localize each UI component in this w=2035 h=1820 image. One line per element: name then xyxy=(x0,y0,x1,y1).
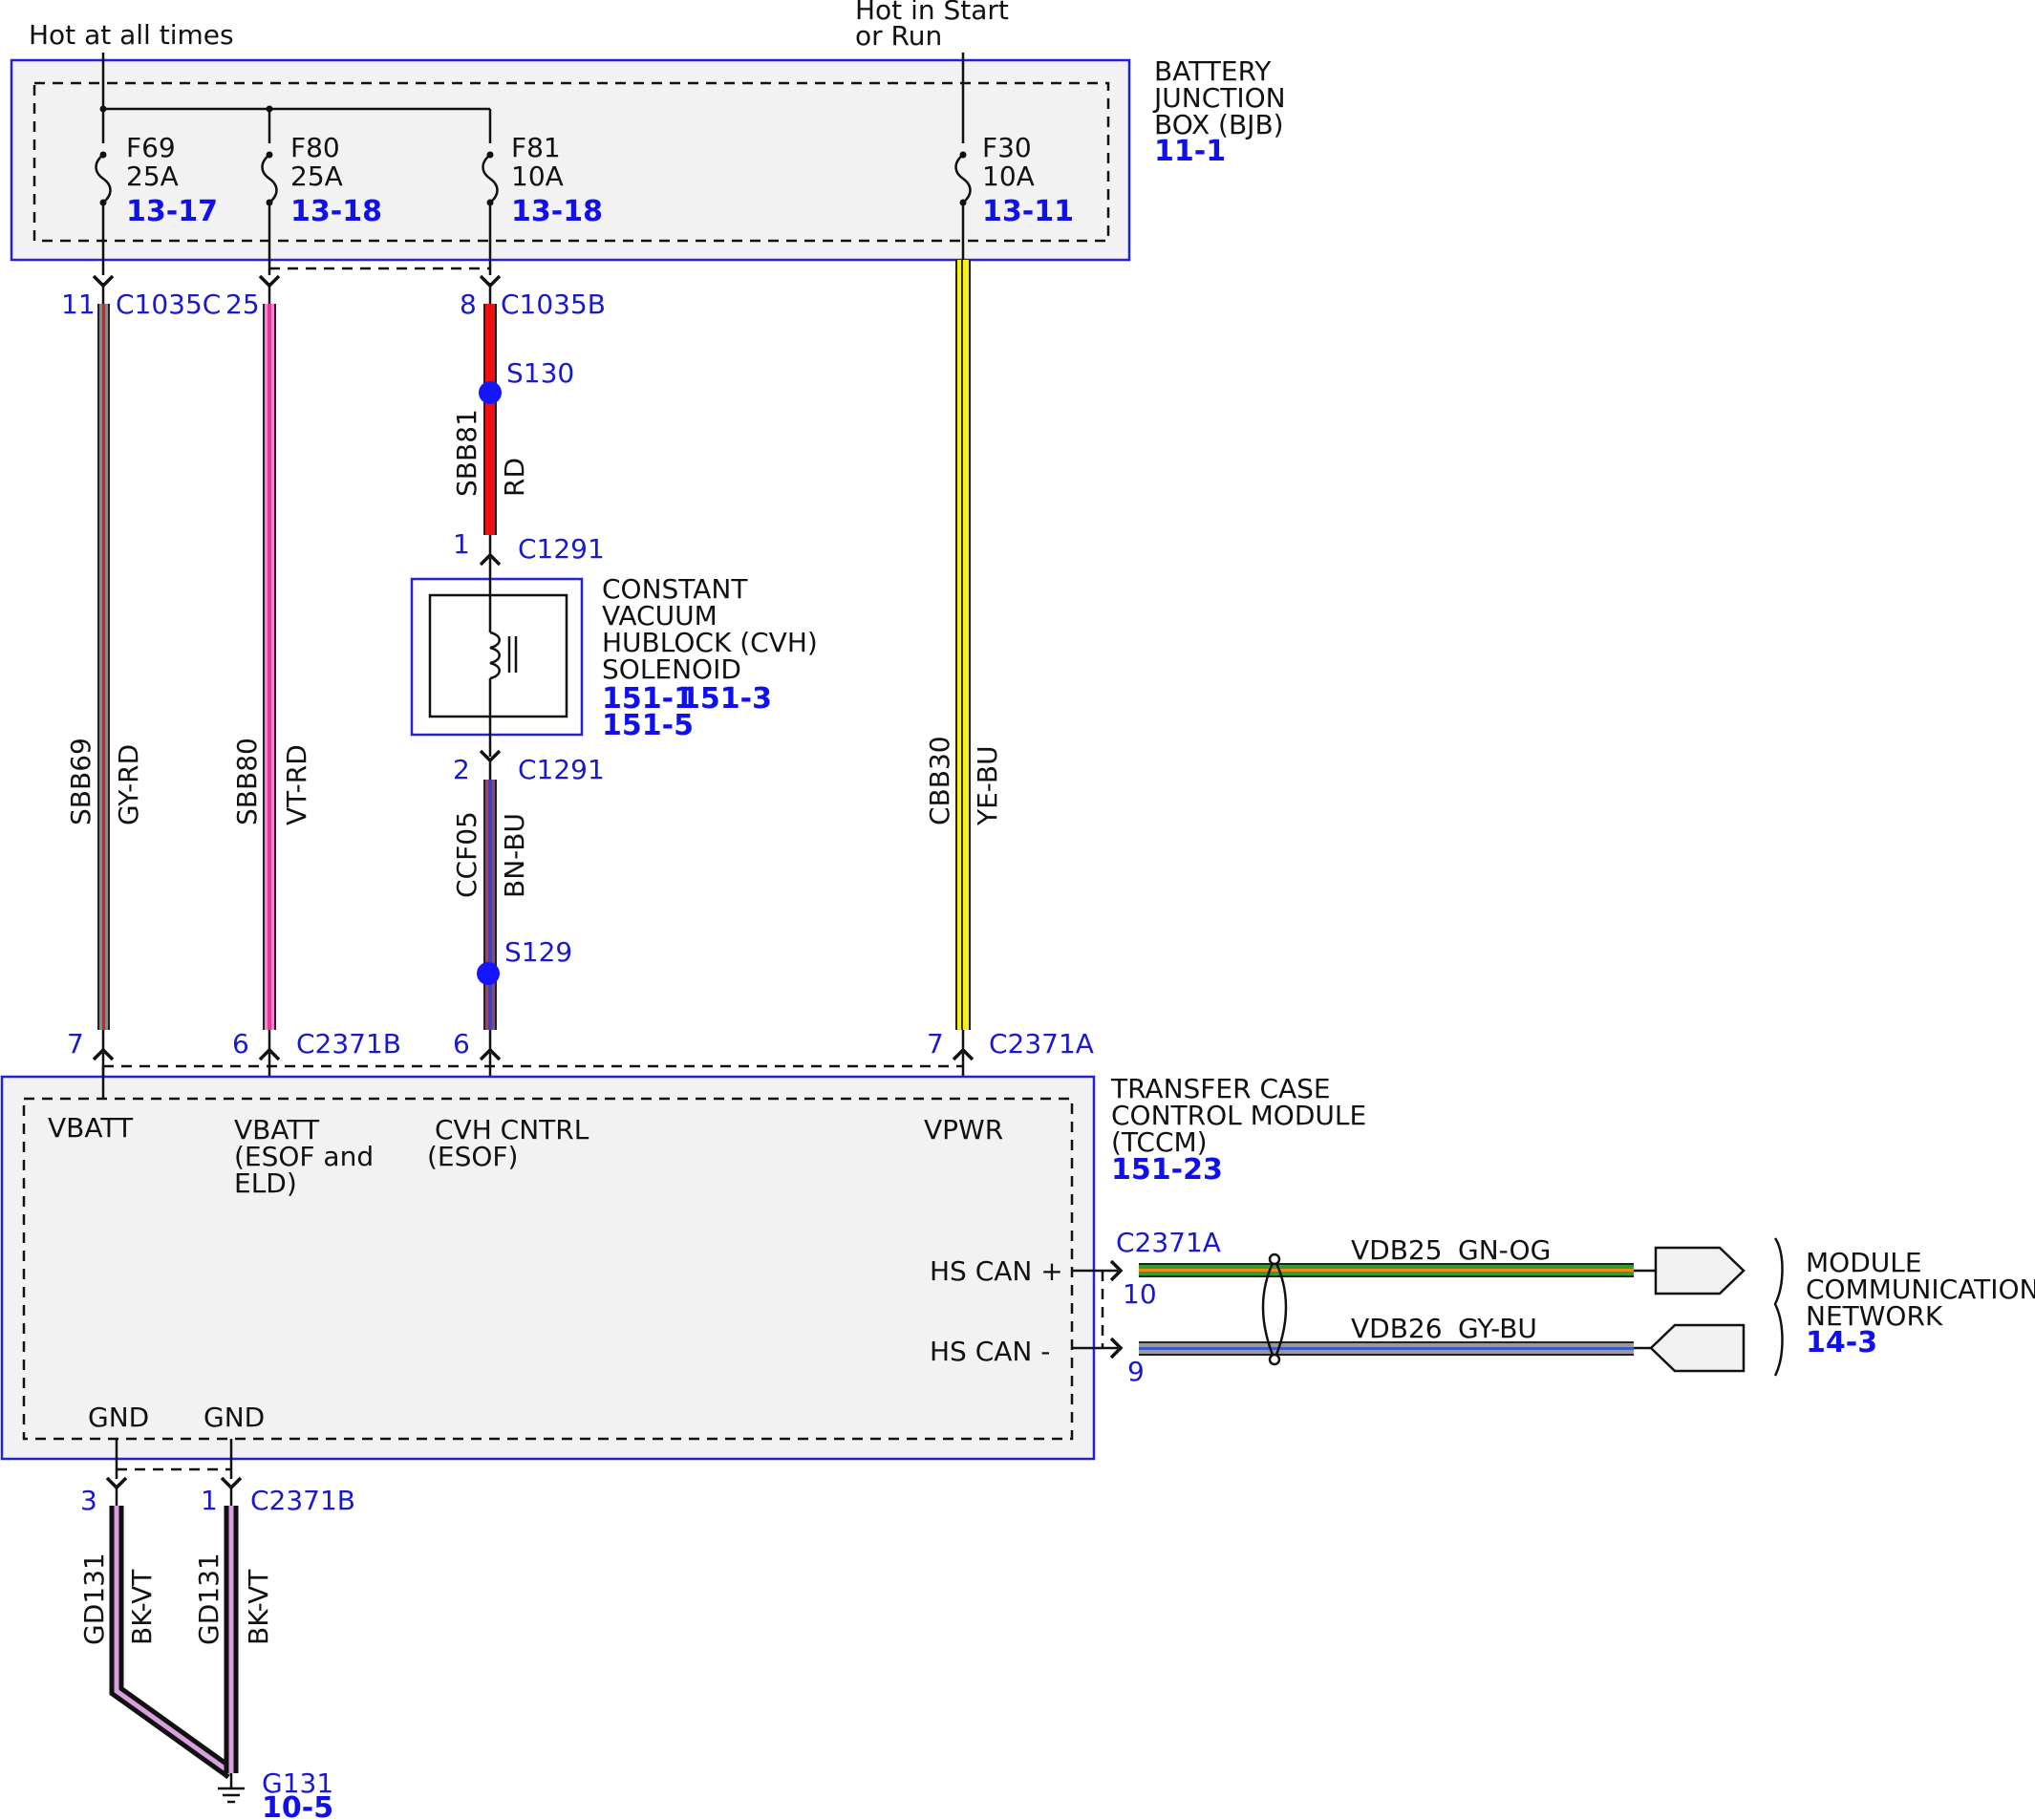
cvh-ref-151-5[interactable]: 151-5 xyxy=(602,709,694,742)
wire-sbb81-color: RD xyxy=(499,458,530,497)
fuse-f30-id: F30 xyxy=(982,132,1032,163)
wire-gd131-b-circuit: GD131 xyxy=(193,1552,225,1645)
tccm-conn-pin-7-b: 7 xyxy=(927,1028,944,1060)
c1291-bot-name: C1291 xyxy=(518,754,605,785)
ground-conn-pin-1: 1 xyxy=(201,1485,218,1516)
c2371b-ground-name: C2371B xyxy=(250,1485,355,1516)
wire-ccf05-color: BN-BU xyxy=(499,813,530,898)
bjb-box xyxy=(10,58,1131,262)
wire-cbb30 xyxy=(955,260,971,1030)
can-pin-10: 10 xyxy=(1123,1278,1157,1310)
wire-cbb30-color: YE-BU xyxy=(972,745,1003,826)
fuse-f69-ref[interactable]: 13-17 xyxy=(126,195,218,228)
fuse-f30-ref[interactable]: 13-11 xyxy=(982,195,1074,228)
fuse-f81-ref[interactable]: 13-18 xyxy=(511,195,603,228)
tccm-ref[interactable]: 151-23 xyxy=(1111,1153,1223,1187)
pin-cvh-cntrl-line2: (ESOF) xyxy=(427,1141,518,1172)
bjb-ref[interactable]: 11-1 xyxy=(1154,135,1226,168)
c2371b-name: C2371B xyxy=(296,1028,401,1060)
fuse-f69-rating: 25A xyxy=(126,161,179,192)
fuse-f80-rating: 25A xyxy=(290,161,343,192)
pin-25: 25 xyxy=(225,289,260,320)
or-run-label: or Run xyxy=(855,20,942,52)
cvh-ref-151-3[interactable]: 151-3 xyxy=(680,682,772,716)
pin-gnd-1: GND xyxy=(88,1402,149,1433)
network-ref[interactable]: 14-3 xyxy=(1806,1326,1877,1360)
wire-vdb26-circuit: VDB26 xyxy=(1351,1313,1443,1344)
wire-sbb69-circuit: SBB69 xyxy=(65,738,96,825)
c1291-top-pin: 1 xyxy=(453,528,470,560)
tccm-conn-pin-6-a: 6 xyxy=(232,1028,249,1060)
tccm-conn-pin-7-a: 7 xyxy=(67,1028,84,1060)
splice-s129 xyxy=(477,962,500,985)
wire-sbb69 xyxy=(97,304,110,1030)
wire-vdb26-color: GY-BU xyxy=(1458,1313,1537,1344)
can-connector-name: C2371A xyxy=(1116,1227,1221,1258)
wire-sbb69-color: GY-RD xyxy=(113,744,144,825)
fuse-f30-rating: 10A xyxy=(982,161,1035,192)
wire-gd131-a-color: BK-VT xyxy=(126,1569,158,1645)
c1035b-name: C1035B xyxy=(501,289,606,320)
wire-cbb30-circuit: CBB30 xyxy=(924,736,955,825)
pin-vbatt-2-line3: ELD) xyxy=(234,1167,297,1199)
ground-icon xyxy=(218,1773,245,1804)
pin-vbatt-1: VBATT xyxy=(48,1112,134,1144)
c2371a-name: C2371A xyxy=(989,1028,1094,1060)
c1291-bot-pin: 2 xyxy=(453,754,470,785)
c1035b-pin: 8 xyxy=(460,289,477,320)
pin-hs-can-minus: HS CAN - xyxy=(930,1336,1050,1367)
wiring-diagram: Hot at all times Hot in Start or Run BAT… xyxy=(0,0,2035,1820)
wire-sbb81 xyxy=(483,304,497,535)
wire-vdb25-circuit: VDB25 xyxy=(1351,1234,1443,1266)
wire-vdb25-color: GN-OG xyxy=(1458,1234,1551,1266)
c1291-top-name: C1291 xyxy=(518,533,605,565)
wire-sbb80-circuit: SBB80 xyxy=(231,738,263,825)
can-pin-9: 9 xyxy=(1127,1356,1145,1387)
c1035c-name: C1035C xyxy=(116,289,221,320)
network-brace xyxy=(1773,1237,1784,1377)
fuse-f81-rating: 10A xyxy=(511,161,564,192)
wire-sbb81-circuit: SBB81 xyxy=(451,409,482,497)
pin-vpwr: VPWR xyxy=(924,1114,1003,1146)
ground-conn-pin-3: 3 xyxy=(80,1485,97,1516)
can-minus-connector xyxy=(1649,1323,1746,1373)
cvh-name-line4: SOLENOID xyxy=(602,653,741,685)
fuse-f80-ref[interactable]: 13-18 xyxy=(290,195,382,228)
wire-ccf05-circuit: CCF05 xyxy=(451,811,482,898)
pin-hs-can-plus: HS CAN + xyxy=(930,1255,1063,1287)
wire-ccf05 xyxy=(483,780,497,1030)
connector-arrow-gnd-3 xyxy=(105,1476,128,1489)
pin-gnd-2: GND xyxy=(204,1402,265,1433)
wire-gd131-a-circuit: GD131 xyxy=(78,1552,110,1645)
ground-ref[interactable]: 10-5 xyxy=(262,1791,333,1820)
wire-gd131-b-color: BK-VT xyxy=(243,1569,274,1645)
connector-arrow-gnd-1 xyxy=(220,1476,243,1489)
wire-sbb80-color: VT-RD xyxy=(281,744,312,825)
fuse-f69-id: F69 xyxy=(126,132,176,163)
can-plus-connector xyxy=(1654,1246,1746,1295)
wire-sbb80 xyxy=(263,304,276,1030)
fuse-f81-id: F81 xyxy=(511,132,561,163)
tccm-conn-pin-6-b: 6 xyxy=(453,1028,470,1060)
splice-s130-label: S130 xyxy=(506,357,574,389)
splice-s130 xyxy=(479,381,502,404)
fuse-f80-id: F80 xyxy=(290,132,340,163)
hot-at-all-times-label: Hot at all times xyxy=(29,19,234,51)
c1035c-pin: 11 xyxy=(61,289,96,320)
splice-s129-label: S129 xyxy=(504,936,572,968)
